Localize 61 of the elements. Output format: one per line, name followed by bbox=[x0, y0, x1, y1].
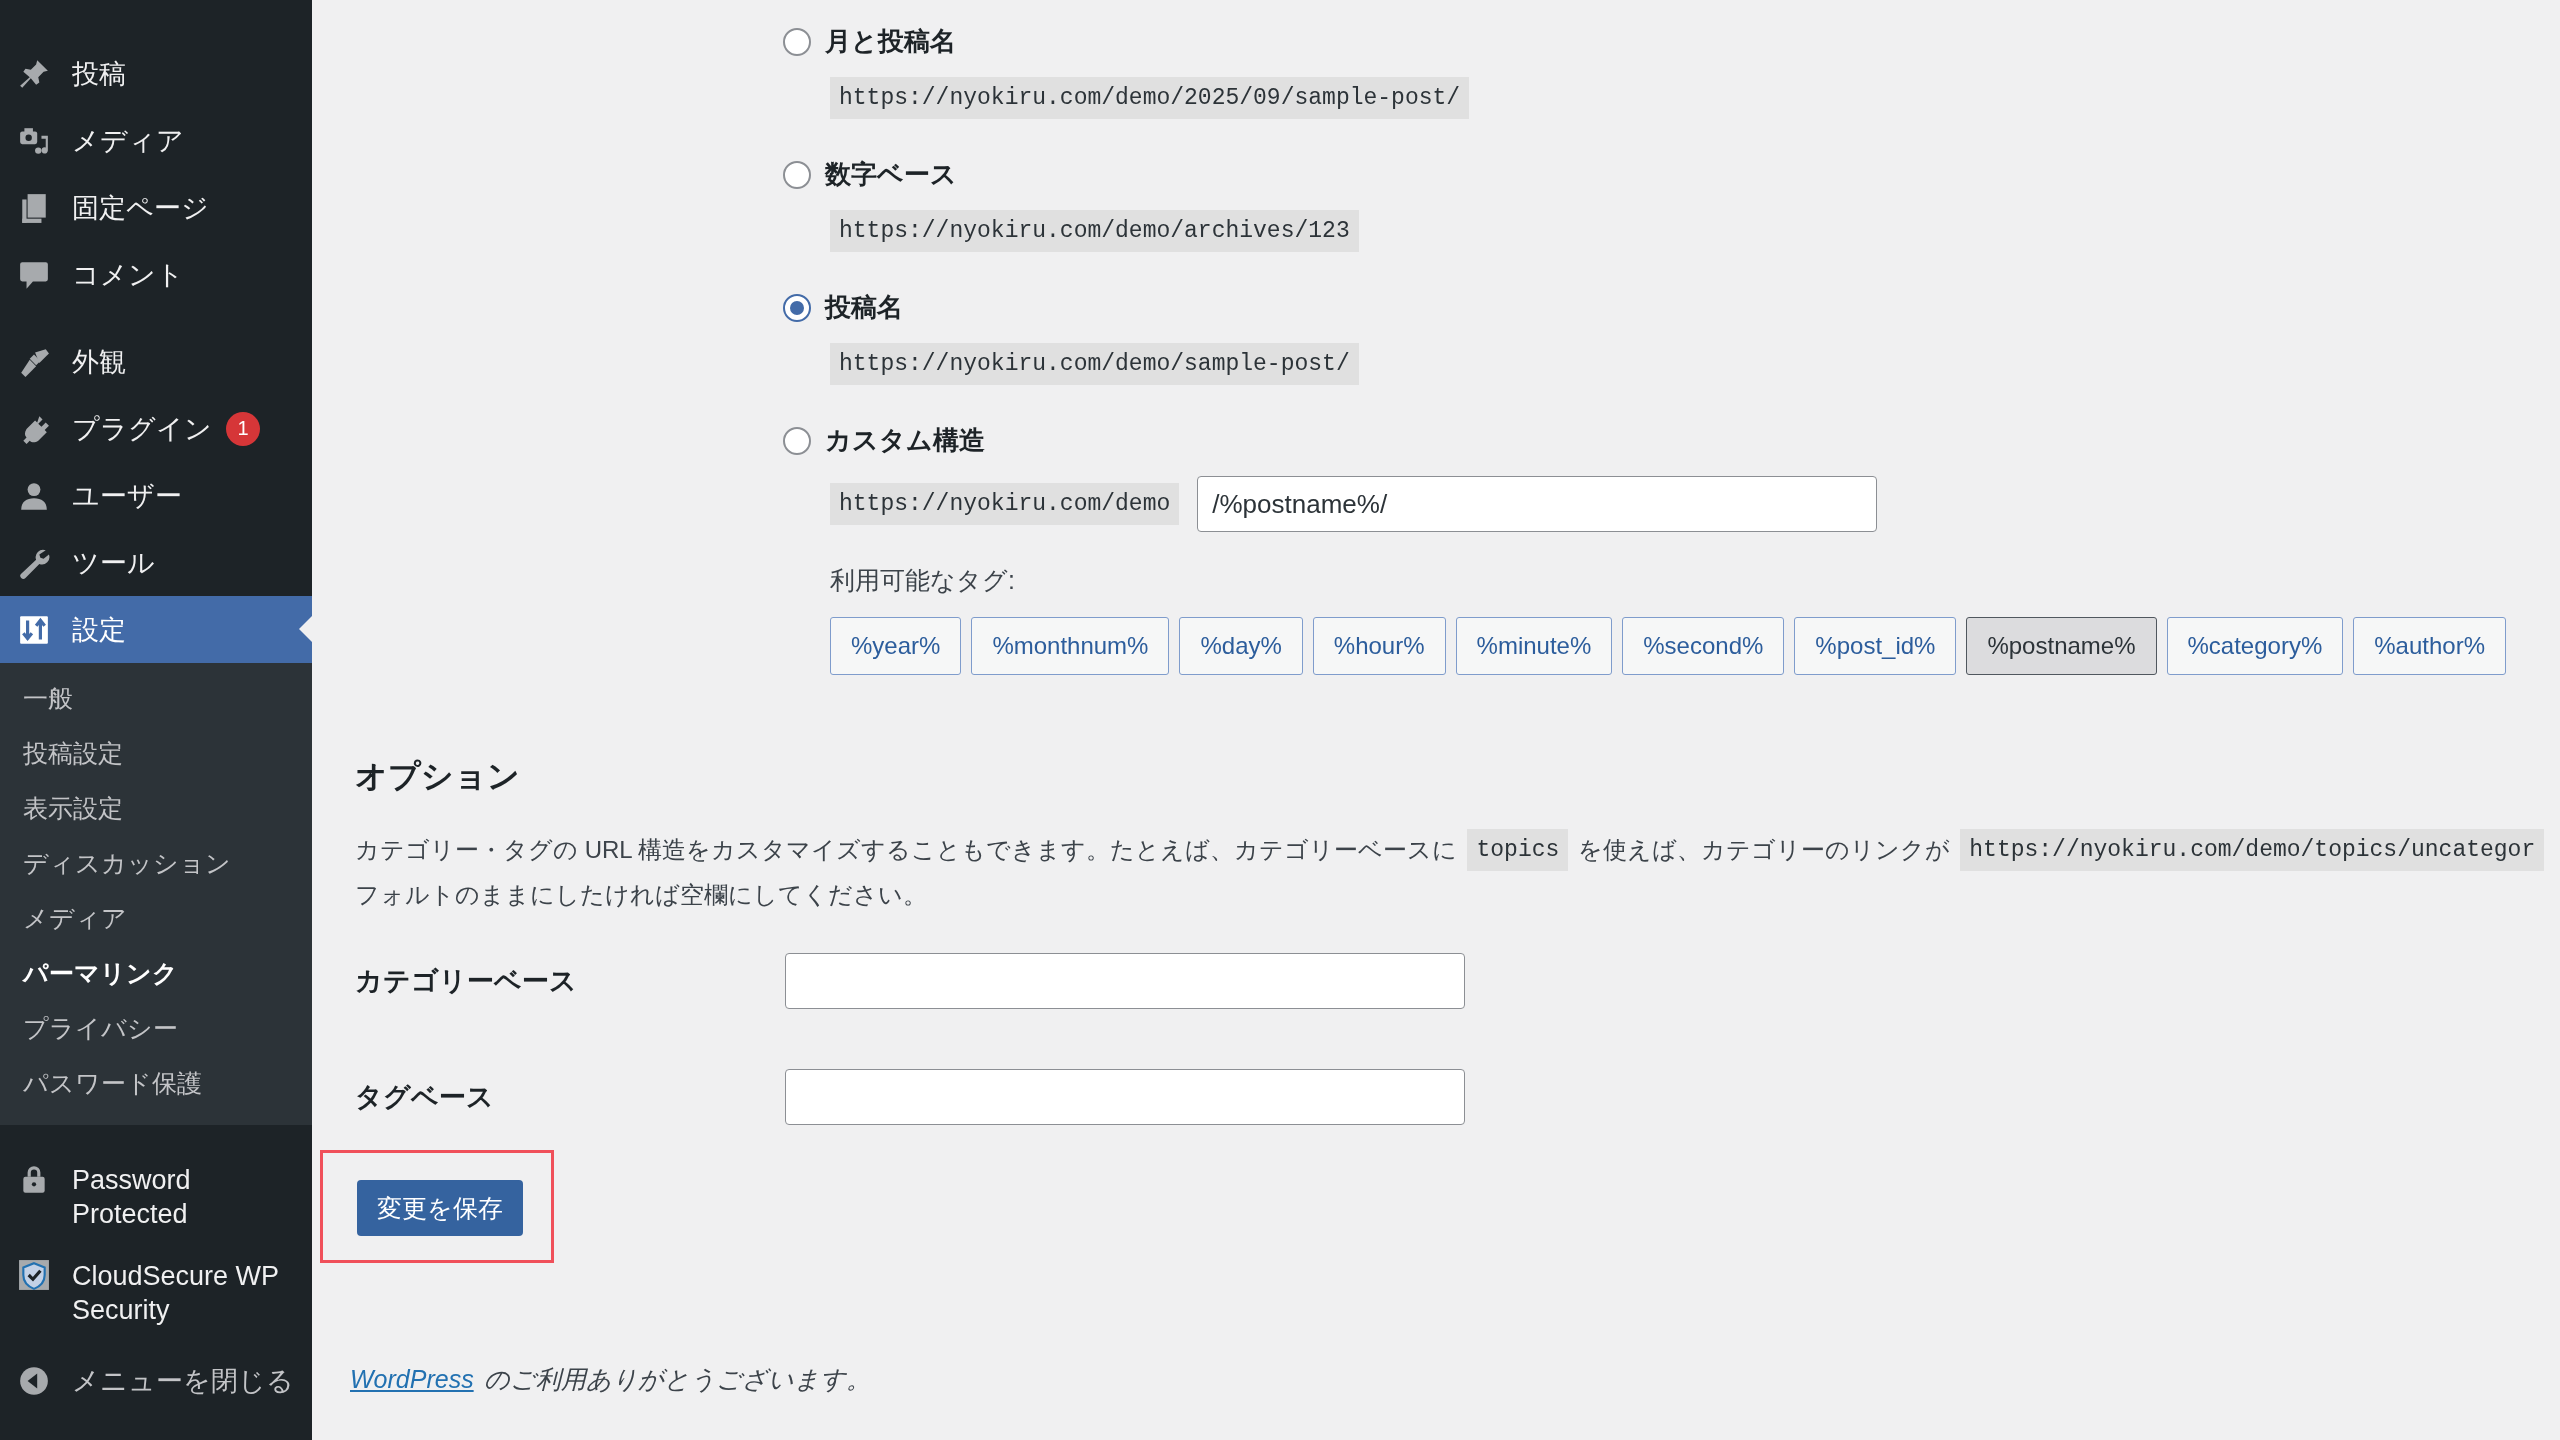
radio-button[interactable] bbox=[783, 160, 811, 189]
tags-heading: 利用可能なタグ: bbox=[830, 565, 1016, 596]
menu-item[interactable]: ツール bbox=[0, 529, 312, 596]
description-text: を使えば、カテゴリーのリンクが bbox=[1578, 835, 1951, 865]
menu-item[interactable]: 投稿 bbox=[0, 40, 312, 107]
menu-item[interactable]: 設定 bbox=[0, 596, 312, 663]
text-input[interactable] bbox=[785, 953, 1465, 1009]
tag-button[interactable]: %postname% bbox=[1966, 617, 2157, 675]
option-label[interactable]: 数字ベース bbox=[825, 157, 957, 192]
menu-item[interactable]: CloudSecure WP Security bbox=[0, 1245, 312, 1341]
submenu-item[interactable]: パーマリンク bbox=[0, 946, 201, 1001]
submenu-item[interactable]: プライバシー bbox=[0, 1001, 201, 1056]
tag-button[interactable]: %minute% bbox=[1455, 617, 1613, 675]
code-sample: topics bbox=[1467, 829, 1569, 871]
menu-item[interactable]: 外観 bbox=[0, 328, 312, 395]
url-prefix: https://nyokiru.com/demo bbox=[830, 483, 1180, 525]
submenu-item[interactable]: ディスカッション bbox=[0, 836, 254, 891]
radio-button[interactable] bbox=[783, 27, 811, 56]
tag-button[interactable]: %year% bbox=[830, 617, 962, 675]
submenu-item[interactable]: 投稿設定 bbox=[0, 726, 146, 781]
description-text: カテゴリー・タグの URL 構造をカスタマイズすることもできます。たとえば、カテゴリーベースに bbox=[355, 835, 1458, 865]
tag-button[interactable]: %day% bbox=[1179, 617, 1303, 675]
menu-item[interactable]: ユーザー bbox=[0, 462, 312, 529]
section-heading: オプション bbox=[355, 757, 521, 796]
url-example: https://nyokiru.com/demo/2025/09/sample-post/ bbox=[830, 77, 1470, 119]
tag-button[interactable]: %author% bbox=[2353, 617, 2506, 675]
structure-input[interactable]: /%postname%/ bbox=[1197, 476, 1878, 532]
submenu-item[interactable]: メディア bbox=[0, 891, 150, 946]
pin-icon bbox=[18, 57, 50, 90]
collapse-menu-button[interactable]: メニューを閉じる bbox=[0, 1347, 312, 1414]
url-example: https://nyokiru.com/demo/archives/123 bbox=[830, 210, 1359, 252]
menu-item[interactable]: プラグイン 1 bbox=[0, 395, 312, 462]
submenu-item[interactable]: パスワード保護 bbox=[0, 1056, 225, 1111]
field-label: カテゴリーベース bbox=[355, 965, 578, 998]
update-count-badge: 1 bbox=[226, 411, 260, 446]
code-sample: https://nyokiru.com/demo/topics/uncategor bbox=[1960, 829, 2545, 871]
sliders-icon bbox=[18, 613, 50, 646]
tag-button[interactable]: %post_id% bbox=[1794, 617, 1957, 675]
url-example: https://nyokiru.com/demo/sample-post/ bbox=[830, 343, 1359, 385]
footer-text: のご利用ありがとうございます。 bbox=[483, 1364, 871, 1395]
tag-button[interactable]: %monthnum% bbox=[971, 617, 1170, 675]
option-label[interactable]: 投稿名 bbox=[825, 290, 903, 325]
menu-item[interactable]: コメント bbox=[0, 241, 312, 308]
tag-button[interactable]: %category% bbox=[2166, 617, 2344, 675]
wordpress-link[interactable]: WordPress bbox=[350, 1365, 474, 1394]
menu-item[interactable]: 固定ページ bbox=[0, 174, 312, 241]
radio-button[interactable] bbox=[783, 293, 811, 322]
option-label[interactable]: 月と投稿名 bbox=[825, 24, 956, 59]
menu-item[interactable]: メディア bbox=[0, 107, 312, 174]
submenu-item[interactable]: 表示設定 bbox=[0, 781, 146, 836]
field-label: タグベース bbox=[355, 1081, 495, 1114]
radio-button[interactable] bbox=[783, 426, 811, 455]
menu-item[interactable]: Password Protected bbox=[0, 1149, 312, 1245]
description-text: フォルトのままにしたければ空欄にしてください。 bbox=[355, 880, 928, 910]
tag-button[interactable]: %second% bbox=[1622, 617, 1785, 675]
submenu-item[interactable]: 一般 bbox=[0, 671, 96, 726]
tag-button[interactable]: %hour% bbox=[1312, 617, 1446, 675]
text-input[interactable] bbox=[785, 1069, 1465, 1125]
save-button[interactable]: 変更を保存 bbox=[357, 1180, 523, 1236]
shield-check-icon bbox=[18, 1259, 50, 1291]
option-label[interactable]: カスタム構造 bbox=[825, 423, 985, 458]
